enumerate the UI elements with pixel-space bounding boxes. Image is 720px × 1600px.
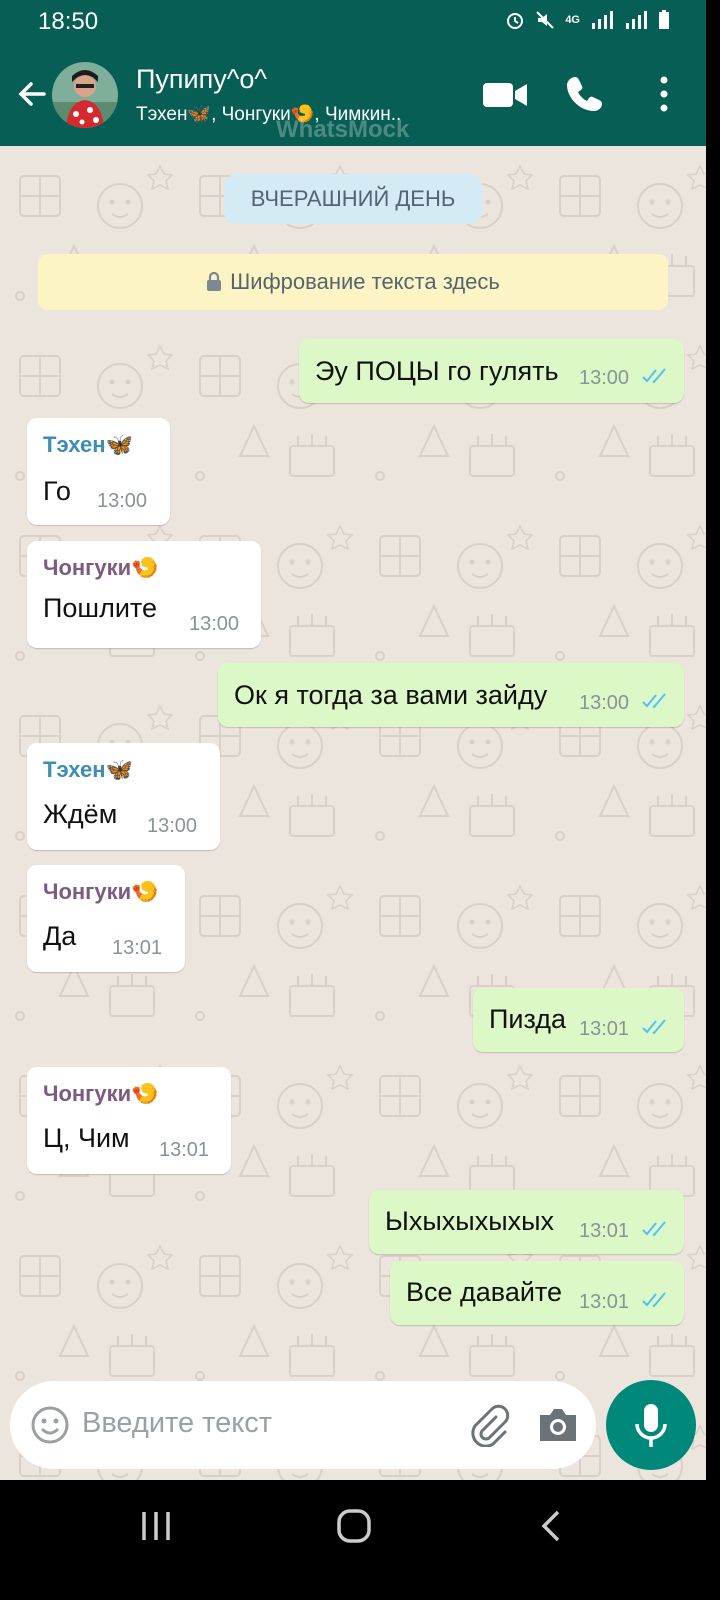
encryption-text: Шифрование текста здесь — [230, 269, 500, 294]
message-text: Ок я тогда за вами зайду — [234, 680, 548, 710]
camera-icon[interactable] — [536, 1405, 580, 1445]
back-arrow-icon[interactable] — [14, 76, 50, 112]
message-time: 13:01 — [579, 1291, 630, 1313]
chat-title[interactable]: Пупипу^о^ — [136, 64, 267, 95]
message-text: Пизда — [489, 1004, 567, 1034]
message-text: Ыхыхыхыхых — [385, 1206, 555, 1236]
message-time: 13:01 — [112, 937, 163, 959]
lock-icon — [207, 272, 222, 291]
message-text: Го — [43, 476, 71, 506]
message-time: 13:01 — [579, 1018, 630, 1040]
back-nav-icon[interactable] — [532, 1506, 572, 1546]
double-check-icon — [642, 368, 666, 384]
message-sender[interactable]: Тэхен🦋 — [43, 432, 133, 458]
message-text: Ц, Чим — [43, 1123, 130, 1153]
battery-icon — [659, 10, 669, 29]
double-check-icon — [642, 693, 666, 709]
message-sender[interactable]: Чонгуки🍤 — [43, 879, 159, 905]
attach-icon[interactable] — [466, 1403, 510, 1447]
status-bar: 18:50 4G — [0, 0, 706, 44]
mute-icon — [536, 11, 555, 29]
message-time: 13:01 — [579, 1220, 630, 1242]
more-icon[interactable] — [654, 74, 674, 114]
message-incoming[interactable]: Чонгуки🍤 Да 13:01 — [27, 865, 185, 972]
home-icon[interactable] — [334, 1506, 374, 1546]
double-check-icon — [642, 1221, 666, 1237]
chat-area[interactable]: ВЧЕРАШНИЙ ДЕНЬ Шифрование текста здесь Э… — [0, 146, 706, 1480]
message-time: 13:01 — [159, 1139, 210, 1161]
network-type: 4G — [565, 14, 580, 26]
message-sender[interactable]: Чонгуки🍤 — [43, 1081, 159, 1107]
message-text: Эу ПОЦЫ го гулять — [315, 356, 559, 386]
avatar[interactable] — [52, 62, 118, 128]
message-incoming[interactable]: Тэхен🦋 Го 13:00 — [27, 418, 170, 525]
emoji-icon[interactable] — [30, 1405, 70, 1445]
message-sender[interactable]: Чонгуки🍤 — [43, 555, 159, 581]
message-incoming[interactable]: Тэхен🦋 Ждём 13:00 — [27, 743, 220, 850]
signal-icon — [592, 11, 613, 29]
double-check-icon — [642, 1019, 666, 1035]
message-outgoing[interactable]: Ок я тогда за вами зайду 13:00 — [218, 663, 684, 727]
message-text: Все давайте — [406, 1277, 563, 1307]
video-call-icon[interactable] — [482, 80, 528, 110]
message-incoming[interactable]: Чонгуки🍤 Пошлите 13:00 — [27, 541, 261, 648]
message-time: 13:00 — [147, 815, 198, 837]
status-icons: 4G — [505, 10, 670, 30]
watermark: WhatsMock — [276, 116, 410, 143]
message-outgoing[interactable]: Пизда 13:01 — [473, 988, 684, 1052]
message-time: 13:00 — [579, 692, 630, 714]
message-outgoing[interactable]: Ыхыхыхыхых 13:01 — [369, 1190, 684, 1254]
phone-icon[interactable] — [566, 74, 604, 112]
message-time: 13:00 — [97, 490, 148, 512]
chat-header: Пупипу^о^ Тэхен🦋, Чонгуки🍤, Чимкин.. Wha… — [0, 44, 706, 146]
message-outgoing[interactable]: Все давайте 13:01 — [390, 1261, 684, 1325]
message-text: Да — [43, 921, 77, 951]
message-text: Пошлите — [43, 593, 157, 623]
status-time: 18:50 — [38, 8, 99, 35]
double-check-icon — [642, 1292, 666, 1308]
recents-icon[interactable] — [136, 1506, 176, 1546]
message-incoming[interactable]: Чонгуки🍤 Ц, Чим 13:01 — [27, 1067, 231, 1174]
mic-icon — [635, 1404, 667, 1447]
message-text: Ждём — [43, 799, 118, 829]
alarm-icon — [507, 13, 524, 29]
message-time: 13:00 — [189, 613, 240, 635]
message-time: 13:00 — [579, 367, 630, 389]
encryption-banner[interactable]: Шифрование текста здесь — [38, 254, 668, 310]
mic-button[interactable] — [606, 1380, 696, 1470]
message-composer: Введите текст — [10, 1381, 596, 1469]
message-outgoing[interactable]: Эу ПОЦЫ го гулять 13:00 — [299, 339, 684, 403]
signal-icon-2 — [626, 11, 647, 29]
message-sender[interactable]: Тэхен🦋 — [43, 757, 133, 783]
system-nav-bar — [0, 1480, 706, 1568]
message-input[interactable]: Введите текст — [82, 1407, 272, 1440]
date-chip: ВЧЕРАШНИЙ ДЕНЬ — [224, 174, 482, 224]
